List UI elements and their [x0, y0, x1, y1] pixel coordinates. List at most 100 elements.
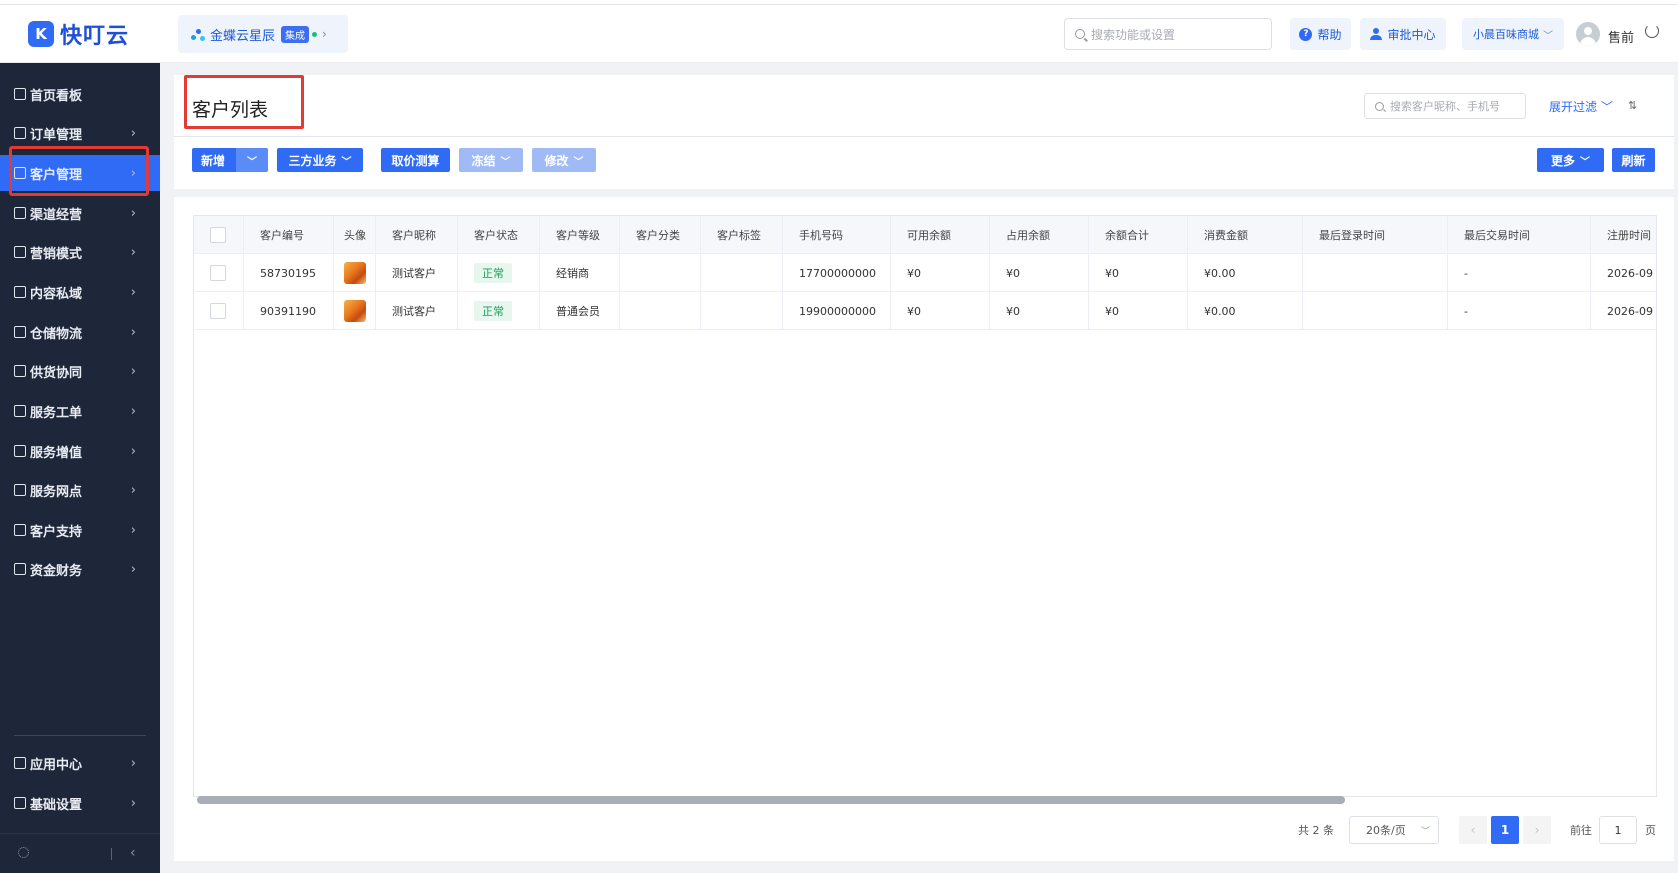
sidebar-item-service-tickets[interactable]: 服务工单 ›	[0, 393, 160, 429]
column-header[interactable]: 客户昵称	[376, 216, 458, 254]
chevron-right-icon: ›	[130, 755, 136, 771]
goto-page-input[interactable]: 1	[1599, 816, 1637, 844]
prev-page-button[interactable]: ‹	[1459, 816, 1487, 844]
add-dropdown-toggle[interactable]: ﹀	[236, 148, 268, 172]
chevron-down-icon: ﹀	[1600, 100, 1613, 114]
phone-number: 17700000000	[783, 254, 891, 292]
select-all-checkbox[interactable]	[210, 227, 226, 243]
sidebar-item-label: 首页看板	[30, 88, 83, 104]
sidebar-item-marketing[interactable]: 营销模式 ›	[0, 234, 160, 270]
customer-avatar[interactable]	[344, 262, 366, 284]
sidebar-item-finance[interactable]: 资金财务 ›	[0, 551, 160, 587]
collapse-sidebar-icon[interactable]: ‹	[130, 845, 136, 861]
customer-category	[620, 292, 701, 330]
column-header[interactable]: 最后交易时间	[1448, 216, 1591, 254]
user-avatar[interactable]	[1576, 22, 1600, 46]
column-header[interactable]: 客户分类	[620, 216, 701, 254]
global-search-input[interactable]: 搜索功能或设置	[1064, 18, 1272, 50]
sidebar-item-warehouse[interactable]: 仓储物流 ›	[0, 314, 160, 350]
row-checkbox[interactable]	[210, 303, 226, 319]
column-header[interactable]: 客户标签	[701, 216, 783, 254]
add-button[interactable]: 新增 ﹀	[192, 148, 268, 172]
table-row[interactable]: 58730195 测试客户 正常 经销商 17700000000 ¥0 ¥0 ¥…	[194, 254, 1656, 292]
gear-icon[interactable]	[18, 847, 29, 858]
column-header[interactable]: 头像	[334, 216, 376, 254]
home-icon	[14, 88, 26, 100]
status-badge: 正常	[474, 301, 512, 321]
column-header[interactable]: 客户等级	[540, 216, 620, 254]
sidebar-item-app-center[interactable]: 应用中心 ›	[0, 745, 160, 781]
page-number-button[interactable]: 1	[1491, 816, 1519, 844]
sidebar-item-outlets[interactable]: 服务网点 ›	[0, 472, 160, 508]
sidebar-item-support[interactable]: 客户支持 ›	[0, 512, 160, 548]
help-button[interactable]: ? 帮助	[1290, 18, 1351, 50]
sidebar-item-label: 供货协同	[30, 365, 83, 381]
order-icon	[14, 127, 26, 139]
sidebar-item-label: 资金财务	[30, 563, 83, 579]
customer-table: 客户编号 头像 客户昵称 客户状态 客户等级 客户分类 客户标签 手机号码 可用…	[193, 215, 1657, 797]
last-trade: -	[1448, 254, 1591, 292]
sidebar-item-value-added[interactable]: 服务增值 ›	[0, 433, 160, 469]
column-header[interactable]: 消费金额	[1188, 216, 1303, 254]
freeze-button[interactable]: 冻结 ﹀	[459, 148, 523, 172]
store-select[interactable]: 小晨百味商城 ﹀	[1462, 18, 1564, 50]
page-size-select[interactable]: 20条/页 ﹀	[1349, 816, 1439, 844]
help-icon: ?	[1299, 27, 1313, 41]
avatar-cell	[334, 292, 376, 330]
refresh-label: 刷新	[1621, 153, 1646, 168]
available-balance: ¥0	[891, 254, 990, 292]
integration-name: 金蝶云星辰	[210, 28, 276, 44]
expand-filter-link[interactable]: 展开过滤 ﹀	[1549, 98, 1613, 115]
row-select-cell	[194, 254, 244, 292]
customer-avatar[interactable]	[344, 300, 366, 322]
customer-nickname: 测试客户	[376, 292, 458, 330]
kingdee-logo-icon	[190, 26, 206, 42]
sidebar-item-label: 营销模式	[30, 246, 83, 262]
status-cell: 正常	[458, 292, 540, 330]
column-header[interactable]: 客户状态	[458, 216, 540, 254]
online-status-dot	[312, 31, 318, 37]
footer-divider	[111, 848, 112, 860]
column-header[interactable]: 手机号码	[783, 216, 891, 254]
brand[interactable]: K 快叮云	[28, 19, 129, 49]
column-header[interactable]: 占用余额	[990, 216, 1089, 254]
horizontal-scrollbar[interactable]	[197, 796, 1345, 804]
more-button[interactable]: 更多 ﹀	[1537, 148, 1604, 172]
sidebar-item-channels[interactable]: 渠道经营 ›	[0, 195, 160, 231]
column-header[interactable]: 余额合计	[1089, 216, 1188, 254]
sidebar-item-settings[interactable]: 基础设置 ›	[0, 785, 160, 821]
refresh-icon[interactable]	[1645, 24, 1659, 38]
price-calc-button[interactable]: 取价测算	[381, 148, 450, 172]
column-header[interactable]: 注册时间	[1591, 216, 1656, 254]
column-header[interactable]: 最后登录时间	[1303, 216, 1448, 254]
status-cell: 正常	[458, 254, 540, 292]
support-icon	[14, 524, 26, 536]
app-icon	[14, 757, 26, 769]
customer-search-input[interactable]: 搜索客户昵称、手机号	[1364, 93, 1526, 119]
third-party-button[interactable]: 三方业务 ﹀	[277, 148, 363, 172]
approval-label: 审批中心	[1387, 27, 1436, 42]
price-calc-label: 取价测算	[391, 153, 440, 168]
row-checkbox[interactable]	[210, 265, 226, 281]
next-page-button[interactable]: ›	[1523, 816, 1551, 844]
integration-chip[interactable]: 金蝶云星辰 集成 ›	[178, 15, 348, 53]
table-row[interactable]: 90391190 测试客户 正常 普通会员 19900000000 ¥0 ¥0 …	[194, 292, 1656, 330]
sidebar-item-supply[interactable]: 供货协同 ›	[0, 353, 160, 389]
approval-center-button[interactable]: 审批中心	[1360, 18, 1446, 50]
sidebar-item-content[interactable]: 内容私域 ›	[0, 274, 160, 310]
last-login	[1303, 292, 1448, 330]
user-name[interactable]: 售前	[1608, 27, 1634, 46]
sidebar-item-dashboard[interactable]: 首页看板	[0, 76, 160, 112]
column-header[interactable]: 可用余额	[891, 216, 990, 254]
page-size-value: 20条/页	[1366, 824, 1406, 837]
channel-icon	[14, 207, 26, 219]
chevron-right-icon: ›	[130, 284, 136, 300]
refresh-button[interactable]: 刷新	[1612, 148, 1655, 172]
expand-filter-label: 展开过滤	[1549, 100, 1598, 114]
column-header[interactable]: 客户编号	[244, 216, 334, 254]
chevron-down-icon: ﹀	[500, 156, 511, 168]
modify-button[interactable]: 修改 ﹀	[532, 148, 596, 172]
supplier-icon	[14, 365, 26, 377]
sort-icon[interactable]: ⇅	[1628, 99, 1637, 112]
sidebar-item-label: 基础设置	[30, 797, 83, 813]
